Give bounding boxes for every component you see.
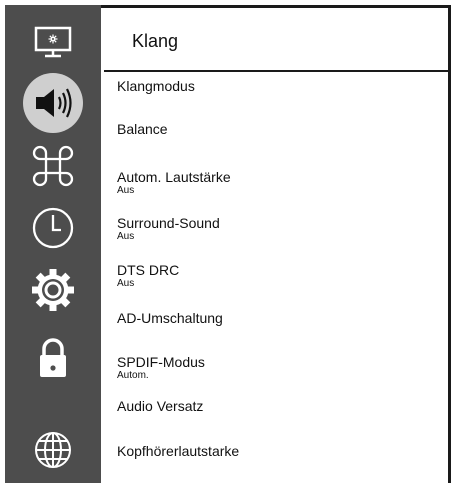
menu-item-label: Surround-Sound [117,215,220,231]
menu-item-surround-sound[interactable]: Surround-Sound Aus [117,215,437,242]
menu-item-value: Aus [117,278,135,289]
sidebar-item-language[interactable] [18,421,88,479]
menu-item-label: DTS DRC [117,262,180,278]
right-border [448,5,451,483]
settings-screen: Klang Klangmodus Balance Autom. Lautstär… [0,0,453,483]
sidebar-item-sound[interactable] [18,73,88,133]
menu-item-label: Kopfhörerlautstarke [117,443,240,459]
sidebar-item-lock[interactable] [18,328,88,386]
menu-item-label: Audio Versatz [117,398,204,414]
menu-item-value: Aus [117,231,135,242]
menu-item-klangmodus[interactable]: Klangmodus [117,78,437,94]
command-key-icon [32,145,74,187]
menu-item-balance[interactable]: Balance [117,121,437,137]
speaker-icon [23,73,83,133]
menu-item-label: Klangmodus [117,78,195,94]
picture-settings-icon [34,26,72,58]
menu-item-autom-lautstaerke[interactable]: Autom. Lautstärke Aus [117,169,437,196]
globe-icon [35,432,71,468]
menu-item-ad-umschaltung[interactable]: AD-Umschaltung [117,310,437,326]
menu-item-label: Autom. Lautstärke [117,169,231,185]
page-title: Klang [132,31,179,51]
menu-item-label: SPDIF-Modus [117,354,205,370]
clock-icon [32,207,74,249]
sidebar-item-command[interactable] [18,137,88,195]
gear-icon [32,269,74,311]
sidebar-item-picture[interactable] [18,13,88,71]
sidebar [5,5,101,483]
menu-item-value: Aus [117,185,135,196]
menu-item-kopfhoererlautstaerke[interactable]: Kopfhörerlautstarke [117,443,437,459]
menu-item-value: Autom. [117,370,149,381]
menu-item-audio-versatz[interactable]: Audio Versatz [117,398,437,414]
menu-item-label: Balance [117,121,168,137]
menu-item-label: AD-Umschaltung [117,310,223,326]
sidebar-item-time[interactable] [18,199,88,257]
menu-item-spdif-modus[interactable]: SPDIF-Modus Autom. [117,354,437,381]
sidebar-item-settings[interactable] [18,261,88,319]
menu-header: Klang [104,8,448,72]
menu-item-dts-drc[interactable]: DTS DRC Aus [117,262,437,289]
lock-icon [40,338,66,377]
